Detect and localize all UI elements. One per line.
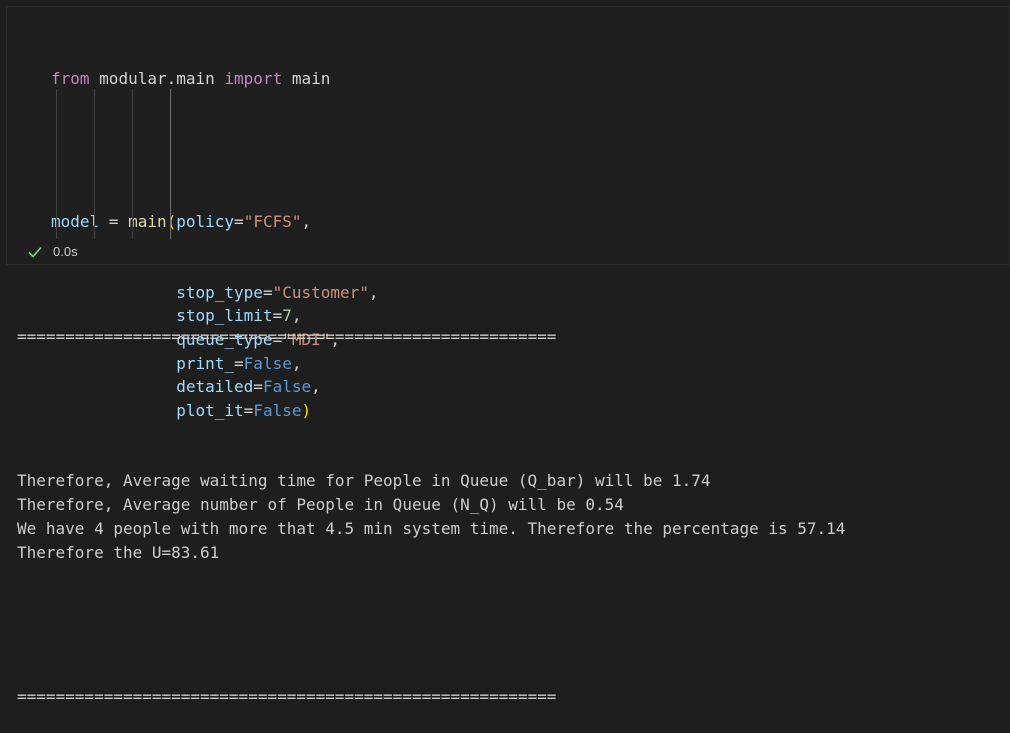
call-line: model = main(policy="FCFS", bbox=[51, 210, 379, 234]
variable-model: model bbox=[51, 211, 100, 231]
assign-operator: = bbox=[99, 211, 129, 231]
check-icon bbox=[28, 246, 42, 258]
function-name: main bbox=[128, 211, 167, 231]
separator-line: ========================================… bbox=[17, 687, 557, 706]
execution-time: 0.0s bbox=[53, 244, 78, 259]
keyword-from: from bbox=[51, 69, 90, 89]
output-line: Therefore, Average number of People in Q… bbox=[17, 495, 624, 514]
separator-line: ========================================… bbox=[17, 327, 557, 346]
output-line: We have 4 people with more that 4.5 min … bbox=[17, 519, 846, 538]
arg-value: "FCFS" bbox=[243, 211, 302, 231]
keyword-import: import bbox=[224, 69, 283, 89]
import-line: from modular.main import main bbox=[51, 67, 379, 91]
indent-guide bbox=[56, 89, 57, 239]
arg-suffix: , bbox=[301, 211, 312, 231]
execution-status: 0.0s bbox=[27, 244, 78, 259]
output-line: Therefore the U=83.61 bbox=[17, 543, 220, 562]
indent-guide bbox=[94, 89, 95, 239]
arg-name: policy bbox=[176, 211, 235, 231]
indent-guide bbox=[132, 89, 133, 239]
import-name: main bbox=[291, 69, 331, 89]
arg-line: policy="FCFS", bbox=[176, 212, 311, 231]
module-name: modular.main bbox=[99, 69, 215, 89]
output-lines: Therefore, Average waiting time for Peop… bbox=[17, 469, 845, 565]
code-cell[interactable]: from modular.main import main model = ma… bbox=[6, 6, 1010, 420]
indent-guide-active bbox=[170, 89, 171, 239]
output-line: Therefore, Average waiting time for Peop… bbox=[17, 471, 711, 490]
arg-equals: = bbox=[234, 211, 244, 231]
open-paren: ( bbox=[166, 211, 177, 231]
cell-output: ========================================… bbox=[17, 277, 845, 733]
